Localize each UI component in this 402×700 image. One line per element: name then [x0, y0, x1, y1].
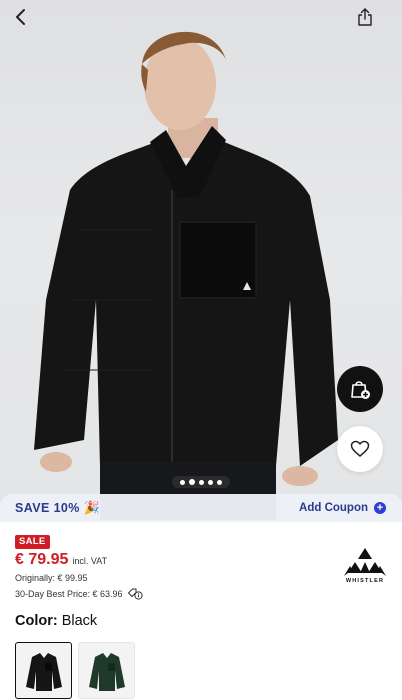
jacket-thumbnail-black	[25, 652, 62, 691]
save-percent-text: SAVE 10%	[15, 501, 80, 515]
sale-badge: SALE	[15, 535, 50, 549]
color-swatch-black[interactable]	[15, 642, 72, 699]
price-info-icon[interactable]	[127, 588, 143, 600]
color-selection-heading: Color: Black	[15, 613, 97, 629]
heart-icon	[350, 440, 370, 457]
current-price: € 79.95	[15, 551, 69, 568]
best-price-row: 30-Day Best Price: € 63.96	[15, 588, 143, 600]
party-popper-icon: 🎉	[83, 500, 100, 515]
pagination-dot-active[interactable]	[189, 479, 195, 485]
color-swatch-green[interactable]	[78, 642, 135, 699]
color-value: Black	[61, 613, 98, 629]
coupon-offer: SAVE 10% 🎉	[15, 500, 100, 516]
coupon-banner: SAVE 10% 🎉 Add Coupon +	[0, 494, 402, 522]
jacket-thumbnail-green	[88, 652, 125, 691]
pagination-dot[interactable]	[199, 479, 204, 485]
pagination-dot[interactable]	[180, 479, 185, 485]
brand-logo[interactable]: WHISTLER	[342, 548, 388, 592]
plus-circle-icon: +	[374, 502, 386, 514]
color-label: Color:	[15, 613, 58, 629]
vat-note: incl. VAT	[72, 556, 108, 566]
pagination-dot[interactable]	[208, 479, 213, 485]
add-coupon-label: Add Coupon	[299, 502, 368, 514]
product-image-gallery[interactable]	[0, 0, 402, 520]
shopping-bag-plus-icon	[351, 381, 370, 399]
chevron-left-icon	[16, 9, 25, 25]
brand-name: WHISTLER	[345, 578, 385, 584]
original-price: Originally: € 99.95	[15, 573, 88, 583]
share-button[interactable]	[352, 4, 378, 30]
gallery-pagination[interactable]	[172, 476, 230, 488]
pagination-dot[interactable]	[217, 479, 222, 485]
wishlist-button[interactable]	[337, 426, 383, 472]
back-button[interactable]	[6, 4, 36, 30]
add-to-bag-button[interactable]	[337, 366, 383, 412]
whistler-logo-icon	[344, 548, 386, 576]
add-coupon-button[interactable]: Add Coupon +	[299, 502, 386, 514]
best-price-text: 30-Day Best Price: € 63.96	[15, 589, 123, 599]
share-icon	[358, 8, 372, 26]
price-row: € 79.95 incl. VAT	[15, 551, 107, 569]
